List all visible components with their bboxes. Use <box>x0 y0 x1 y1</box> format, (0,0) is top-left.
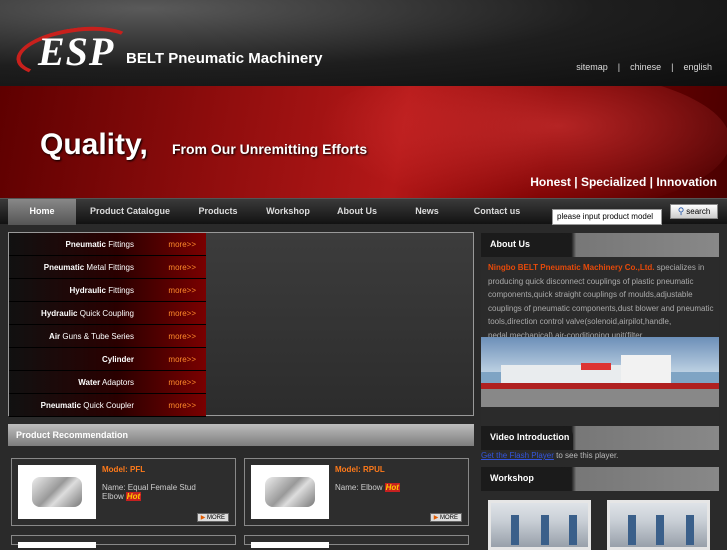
logo-letters: ESP <box>38 29 115 74</box>
search-icon: ⚲ <box>677 206 685 216</box>
hot-badge: Hot <box>384 483 400 492</box>
hot-badge: Hot <box>125 492 142 501</box>
search-input[interactable]: please input product model <box>552 209 662 225</box>
about-us-heading: About Us <box>481 233 719 257</box>
workshop-photo[interactable] <box>488 500 591 550</box>
category-item[interactable]: Pneumatic Quick Coupler more>> <box>9 394 206 417</box>
product-card[interactable]: Model: RPUL Name: Elbow Hot ▶ MORE <box>244 458 469 526</box>
more-button[interactable]: ▶ MORE <box>196 513 229 522</box>
category-list: Pneumatic Fittings more>> Pneumatic Metal… <box>9 233 206 417</box>
product-card[interactable]: Model: PFL Name: Equal Female Stud Elbow… <box>11 458 236 526</box>
about-us-panel: Ningbo BELT Pneumatic Machinery Co.,Ltd.… <box>481 257 719 427</box>
nav-news[interactable]: News <box>400 199 454 225</box>
sitemap-link[interactable]: sitemap <box>576 62 608 72</box>
logo[interactable]: ESP BELT Pneumatic Machinery <box>13 19 354 85</box>
nav-about-us[interactable]: About Us <box>326 199 388 225</box>
nav-products[interactable]: Products <box>184 199 252 225</box>
category-item[interactable]: Pneumatic Metal Fittings more>> <box>9 256 206 279</box>
more-link[interactable]: more>> <box>168 325 196 348</box>
brand-name: BELT Pneumatic Machinery <box>126 50 323 67</box>
more-link[interactable]: more>> <box>168 394 196 417</box>
category-item[interactable]: Hydraulic Fittings more>> <box>9 279 206 302</box>
category-item[interactable]: Water Adaptors more>> <box>9 371 206 394</box>
video-notice: Get the Flash Player to see this player. <box>481 451 619 460</box>
top-links: sitemap | chinese | english <box>571 62 717 72</box>
slogan-main: Quality, <box>40 128 148 161</box>
more-link[interactable]: more>> <box>168 371 196 394</box>
more-link[interactable]: more>> <box>168 233 196 256</box>
search-button-label: search <box>686 207 711 216</box>
search-button[interactable]: ⚲ search <box>670 204 718 219</box>
category-item[interactable]: Pneumatic Fittings more>> <box>9 233 206 256</box>
category-item[interactable]: Cylinder more>> <box>9 348 206 371</box>
video-heading: Video Introduction <box>481 426 719 450</box>
product-model: Model: RPUL <box>335 465 385 474</box>
separator: | <box>671 62 674 72</box>
hero-banner: Quality, From Our Unremitting Efforts Ho… <box>0 86 727 198</box>
category-item[interactable]: Hydraulic Quick Coupling more>> <box>9 302 206 325</box>
category-item[interactable]: Air Guns & Tube Series more>> <box>9 325 206 348</box>
product-card[interactable] <box>244 535 469 548</box>
more-link[interactable]: more>> <box>168 302 196 325</box>
more-link[interactable]: more>> <box>168 348 196 371</box>
site-header: ESP BELT Pneumatic Machinery sitemap | chi… <box>0 0 727 86</box>
product-name: Name: Equal Female Stud Elbow Hot <box>102 483 196 501</box>
product-model: Model: PFL <box>102 465 146 474</box>
english-link[interactable]: english <box>683 62 712 72</box>
more-link[interactable]: more>> <box>168 256 196 279</box>
nav-home[interactable]: Home <box>8 199 76 225</box>
nav-product-catalogue[interactable]: Product Catalogue <box>82 199 178 225</box>
more-button[interactable]: ▶ MORE <box>429 513 462 522</box>
separator: | <box>617 62 621 72</box>
workshop-heading: Workshop <box>481 467 719 491</box>
more-link[interactable]: more>> <box>168 279 196 302</box>
nav-contact-us[interactable]: Contact us <box>464 199 530 225</box>
product-image[interactable] <box>251 465 329 519</box>
product-image[interactable] <box>18 465 96 519</box>
flash-player-link[interactable]: Get the Flash Player <box>481 451 554 460</box>
product-name: Name: Elbow Hot <box>335 483 400 492</box>
category-panel: Pneumatic Fittings more>> Pneumatic Metal… <box>8 232 474 417</box>
company-values: Honest | Specialized | Innovation <box>530 175 717 189</box>
product-card[interactable] <box>11 535 236 548</box>
workshop-photo[interactable] <box>607 500 710 550</box>
nav-workshop[interactable]: Workshop <box>256 199 320 225</box>
recommendation-heading: Product Recommendation <box>8 424 474 446</box>
company-name[interactable]: Ningbo BELT Pneumatic Machinery Co.,Ltd. <box>488 263 655 272</box>
factory-photo <box>481 337 719 407</box>
slogan-sub: From Our Unremitting Efforts <box>172 141 368 157</box>
chinese-link[interactable]: chinese <box>630 62 661 72</box>
